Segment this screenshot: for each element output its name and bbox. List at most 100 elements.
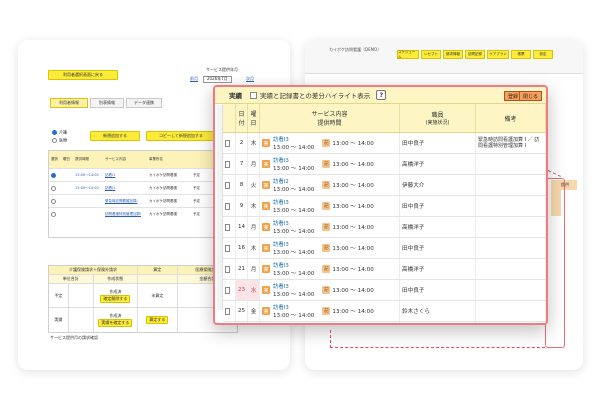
grid-row-radio-dot[interactable]: [51, 212, 56, 217]
tab-annex-info[interactable]: 別表情報: [90, 98, 124, 108]
record-checkbox[interactable]: [225, 244, 230, 252]
confirm-actual-button[interactable]: 実績を確定する: [98, 319, 133, 327]
billing-row-calc: 未算定: [138, 284, 178, 307]
record-service-code[interactable]: 訪看I3: [273, 261, 314, 269]
record-checkbox[interactable]: [225, 265, 230, 273]
grid-row-radio-dot[interactable]: [51, 198, 56, 204]
record-service-code[interactable]: 訪看I3: [273, 324, 314, 325]
month-select[interactable]: 2026年7月: [203, 76, 232, 83]
record-service-code[interactable]: 訪看I3: [273, 282, 314, 290]
grid-row-time: 13:00〜14:00: [75, 172, 99, 177]
record-service-time: 13:00 〜 14:00: [273, 229, 315, 235]
record-checkbox[interactable]: [225, 307, 230, 315]
record-service-code[interactable]: 訪看I3: [273, 135, 314, 143]
record-check-cell: [223, 175, 236, 195]
header-staff-name: 職員: [431, 112, 444, 119]
calculate-button[interactable]: 算定する: [146, 316, 169, 324]
record-check-cell: [223, 301, 236, 321]
record-note: [476, 280, 546, 300]
record-service-main: 実 訪看I3 13:00 〜 14:00: [262, 303, 314, 319]
record-checkbox[interactable]: [225, 286, 230, 294]
nav-careplan-button[interactable]: ケアプラン: [487, 50, 509, 59]
grid-row-service[interactable]: 訪問看護特別管理加算I: [103, 212, 147, 217]
actual-badge-icon: 実: [262, 223, 270, 231]
grid-row-radio-dot[interactable]: [51, 185, 56, 191]
record-note: [476, 196, 546, 216]
record-row[interactable]: 2 木 実 訪看I3 13:00 〜 14:00 記 13:00 〜 14:00…: [223, 133, 546, 154]
record-row[interactable]: 21 月 実 訪看I3 13:00 〜 14:00 記 13:00 〜 14:0…: [223, 259, 546, 280]
grid-row-radio: [49, 172, 61, 178]
record-service-code[interactable]: 訪看I3: [273, 303, 314, 311]
nav-schedule-button[interactable]: スケジュール: [397, 50, 419, 59]
record-record-time: 記 13:00 〜 14:00: [322, 307, 374, 315]
radio-care[interactable]: 介護: [52, 130, 67, 135]
grid-row-service[interactable]: 訪看I1: [103, 186, 147, 191]
connector-line-h: [330, 347, 545, 348]
nav-settings-button[interactable]: 設定: [533, 50, 553, 59]
record-note: [476, 259, 546, 279]
actual-badge-icon: 実: [262, 286, 270, 294]
record-checkbox[interactable]: [225, 139, 230, 147]
billing-row-actual: 実績 作成済 実績を確定する 算定する: [49, 308, 237, 332]
record-record-time-text: 13:00 〜 14:00: [332, 288, 374, 294]
record-service-code[interactable]: 訪看I3: [273, 156, 314, 164]
record-date: 14: [236, 217, 248, 237]
record-badge-icon: 記: [322, 286, 331, 294]
nav-receipt-button[interactable]: レセプト: [421, 50, 441, 59]
record-record-time-text: 13:00 〜 14:00: [332, 309, 374, 315]
record-checkbox[interactable]: [225, 160, 230, 168]
record-staff: 高橋洋子: [400, 259, 476, 279]
popup-scrollbar[interactable]: [217, 105, 223, 310]
record-check-cell: [223, 280, 236, 300]
record-checkbox[interactable]: [225, 223, 230, 231]
record-dow: 月: [248, 259, 260, 279]
close-button[interactable]: 閉じる: [518, 91, 542, 101]
record-note: [476, 154, 546, 174]
record-row[interactable]: 28 月 実 訪看I3 13:00 〜 14:00 記 13:00 〜 14:0…: [223, 322, 546, 325]
record-service-code[interactable]: 訪看I2: [273, 177, 314, 185]
record-service-code[interactable]: 訪看I3: [273, 219, 314, 227]
help-icon[interactable]: ?: [376, 90, 387, 100]
record-row[interactable]: 9 木 実 訪看I3 13:00 〜 14:00 記 13:00 〜 14:00…: [223, 196, 546, 217]
record-record-time-text: 13:00 〜 14:00: [332, 141, 374, 147]
record-checkbox[interactable]: [225, 202, 230, 210]
grid-header-office: 事業所名: [149, 157, 163, 161]
nav-form-button[interactable]: 帳票: [511, 50, 531, 59]
record-record-time-text: 13:00 〜 14:00: [332, 204, 374, 210]
record-dow: 月: [248, 217, 260, 237]
billing-sub-units: 単位合計: [49, 275, 94, 283]
record-check-cell: [223, 238, 236, 258]
diff-highlight-label: 実績と記録書との差分ハイライト表示: [260, 92, 371, 100]
nav-billing-button[interactable]: 請求情報: [443, 50, 463, 59]
copy-add-new-button[interactable]: コピーして新規追加する: [146, 131, 216, 141]
record-check-cell: [223, 154, 236, 174]
record-service-code[interactable]: 訪看I3: [273, 240, 314, 248]
grid-row-mark: 予定: [193, 212, 200, 216]
record-record-time-text: 13:00 〜 14:00: [332, 267, 374, 273]
grid-row-radio-dot[interactable]: [51, 172, 56, 178]
grid-row-office: カイポケ訪問看護: [149, 185, 177, 190]
record-row[interactable]: 16 木 実 訪看I3 13:00 〜 14:00 記 13:00 〜 14:0…: [223, 238, 546, 259]
record-checkbox[interactable]: [225, 181, 230, 189]
prev-month-link[interactable]: 前月: [190, 76, 198, 82]
back-to-user-select-button[interactable]: 利用者選択画面に戻る: [48, 70, 118, 80]
record-row[interactable]: 8 火 実 訪看I2 13:00 〜 14:00 記 13:00 〜 14:00…: [223, 175, 546, 196]
record-row[interactable]: 25 金 実 訪看I3 13:00 〜 14:00 記 13:00 〜 14:0…: [223, 301, 546, 322]
record-row[interactable]: 7 月 実 訪看I3 13:00 〜 14:00 記 13:00 〜 14:00…: [223, 154, 546, 175]
record-service-text: 訪看I3 13:00 〜 14:00: [273, 219, 314, 235]
grid-row-service[interactable]: 緊急時訪問看護加算I: [103, 199, 147, 204]
add-new-button[interactable]: 新規追加する: [90, 131, 140, 141]
diff-highlight-checkbox[interactable]: [250, 91, 257, 99]
nav-record-button[interactable]: 訪問記録: [465, 50, 485, 59]
billing-sub-row: 単位合計 作成状態 金額合計: [49, 275, 237, 284]
record-row[interactable]: 14 月 実 訪看I3 13:00 〜 14:00 記 13:00 〜 14:0…: [223, 217, 546, 238]
unconfirm-button[interactable]: 確定解除する: [100, 294, 131, 303]
next-month-link[interactable]: 次月: [246, 76, 254, 82]
radio-medical[interactable]: 医療: [52, 138, 67, 143]
header-service-name: サービス内容: [311, 111, 348, 118]
record-row[interactable]: 23 水 実 訪看I3 13:00 〜 14:00 記 13:00 〜 14:0…: [223, 280, 546, 301]
record-service-code[interactable]: 訪看I3: [273, 198, 314, 206]
grid-row-service[interactable]: 訪看I1: [103, 173, 147, 178]
tab-data-link[interactable]: データ連携: [126, 98, 162, 108]
tab-user-info[interactable]: 利用者情報: [50, 98, 88, 108]
